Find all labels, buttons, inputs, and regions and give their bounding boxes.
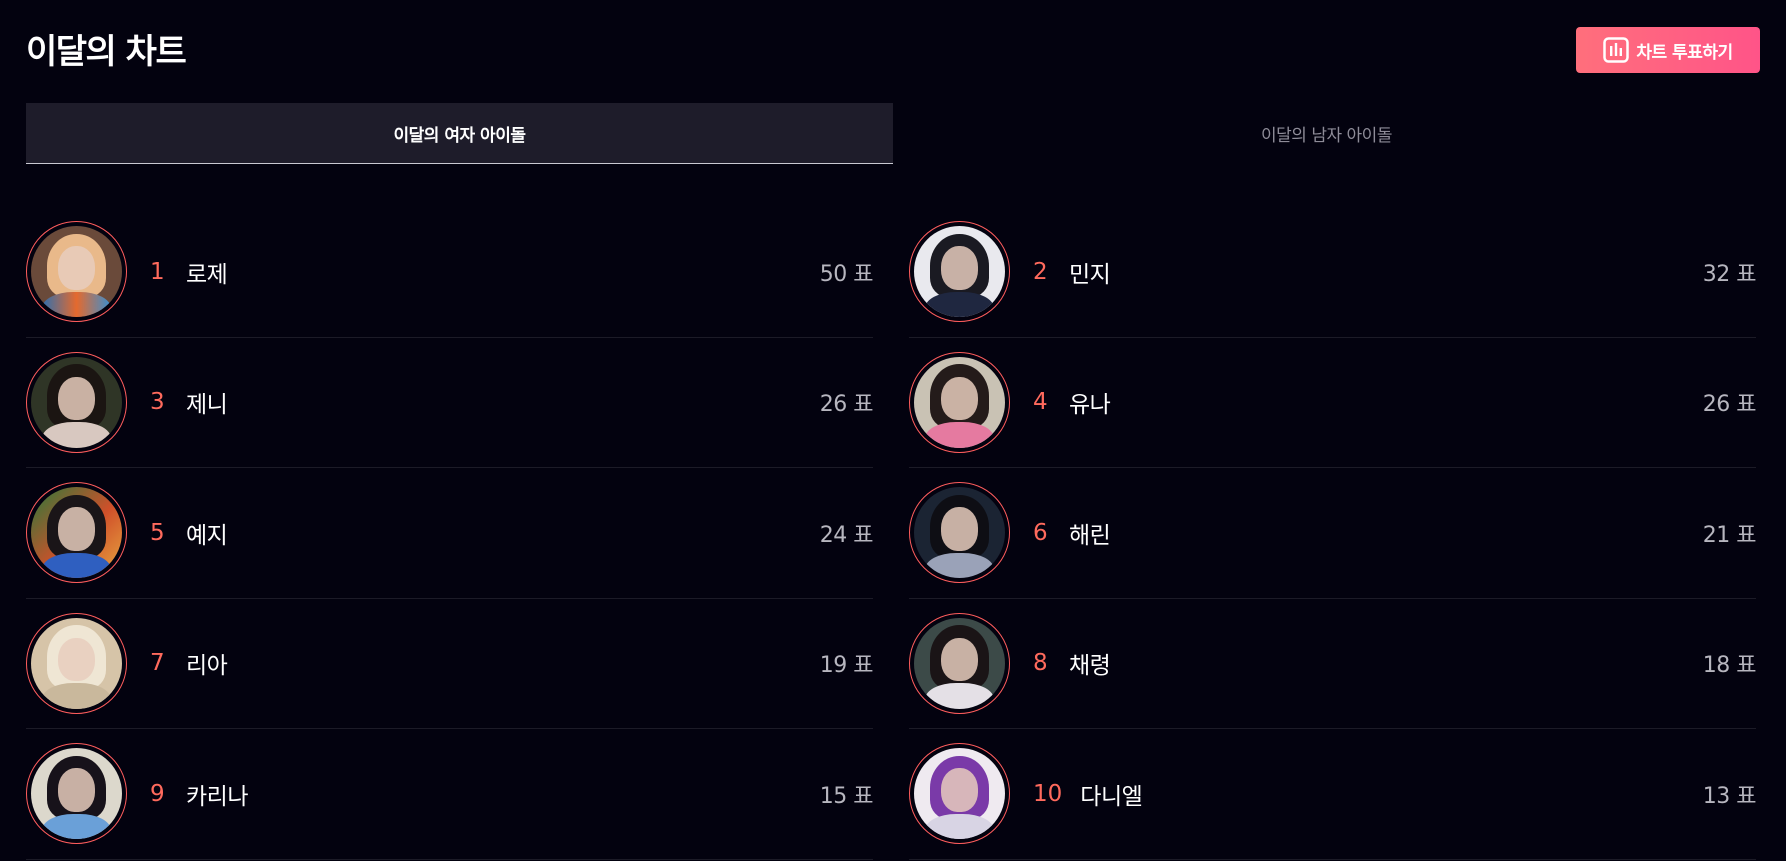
idol-name: 리아: [186, 653, 228, 680]
idol-name: 로제: [186, 261, 228, 288]
avatar: [26, 743, 127, 845]
idol-name: 민지: [1069, 261, 1111, 288]
avatar: [909, 221, 1010, 323]
ranking-list: 1 로제 50 표 2 민지 32 표 3 제니 26 표 4 유나 26 표 …: [26, 207, 1760, 860]
avatar: [26, 351, 127, 453]
header: 이달의 차트 차트 투표하기: [26, 0, 1760, 103]
vote-count: 26 표: [819, 392, 874, 418]
vote-count: 15 표: [819, 783, 874, 809]
rank-number: 3: [150, 389, 165, 416]
bar-chart-icon: [1603, 37, 1630, 63]
idol-name: 채령: [1069, 653, 1111, 680]
avatar: [909, 351, 1010, 453]
idol-name: 다니엘: [1080, 783, 1143, 810]
vote-count: 24 표: [819, 522, 874, 548]
ranking-item[interactable]: 4 유나 26 표: [909, 338, 1757, 468]
vote-button-label: 차트 투표하기: [1636, 42, 1733, 63]
tab-male-idols[interactable]: 이달의 남자 아이돌: [893, 103, 1760, 164]
tab-female-idols[interactable]: 이달의 여자 아이돌: [26, 103, 893, 164]
ranking-item[interactable]: 6 해린 21 표: [909, 468, 1757, 599]
vote-count: 19 표: [819, 653, 874, 679]
idol-name: 해린: [1069, 522, 1111, 549]
ranking-item[interactable]: 2 민지 32 표: [909, 207, 1757, 338]
chart-page: 이달의 차트 차트 투표하기 이달의 여자 아이돌 이달의 남자 아이돌 1 로…: [0, 0, 1786, 861]
avatar: [26, 482, 127, 584]
avatar: [26, 221, 127, 323]
idol-name: 예지: [186, 522, 228, 549]
rank-number: 9: [150, 780, 165, 807]
page-title: 이달의 차트: [26, 32, 187, 72]
rank-number: 10: [1033, 780, 1063, 807]
vote-count: 32 표: [1702, 261, 1757, 287]
chart-vote-button[interactable]: 차트 투표하기: [1576, 27, 1760, 73]
avatar: [26, 612, 127, 714]
vote-count: 26 표: [1702, 392, 1757, 418]
ranking-item[interactable]: 9 카리나 15 표: [26, 729, 874, 860]
rank-number: 1: [150, 258, 165, 285]
ranking-item[interactable]: 7 리아 19 표: [26, 599, 874, 729]
vote-count: 50 표: [819, 261, 874, 287]
rank-number: 6: [1033, 519, 1048, 546]
avatar: [909, 612, 1010, 714]
ranking-item[interactable]: 3 제니 26 표: [26, 338, 874, 468]
avatar: [909, 743, 1010, 845]
rank-number: 2: [1033, 258, 1048, 285]
ranking-item[interactable]: 10 다니엘 13 표: [909, 729, 1757, 860]
tab-label: 이달의 여자 아이돌: [393, 125, 526, 146]
vote-count: 13 표: [1702, 783, 1757, 809]
avatar: [909, 482, 1010, 584]
idol-name: 카리나: [186, 783, 248, 810]
tab-label: 이달의 남자 아이돌: [1261, 126, 1392, 146]
vote-count: 18 표: [1702, 653, 1757, 679]
ranking-item[interactable]: 5 예지 24 표: [26, 468, 874, 599]
rank-number: 8: [1033, 650, 1048, 677]
rank-number: 7: [150, 650, 165, 677]
ranking-item[interactable]: 1 로제 50 표: [26, 207, 874, 338]
idol-name: 제니: [186, 392, 228, 419]
ranking-item[interactable]: 8 채령 18 표: [909, 599, 1757, 729]
vote-count: 21 표: [1702, 522, 1757, 548]
idol-name: 유나: [1069, 392, 1111, 419]
rank-number: 5: [150, 519, 165, 546]
gender-tabs: 이달의 여자 아이돌 이달의 남자 아이돌: [26, 103, 1760, 164]
rank-number: 4: [1033, 389, 1048, 416]
